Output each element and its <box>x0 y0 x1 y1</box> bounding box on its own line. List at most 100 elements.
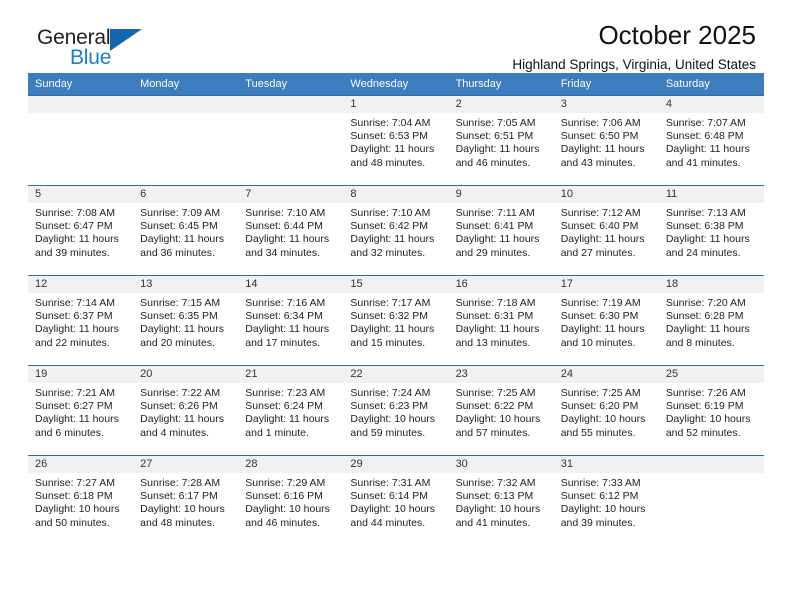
daylight-text-line2: and 48 minutes. <box>140 516 215 529</box>
calendar-day-cell[interactable]: 12 Sunrise: 7:14 AM Sunset: 6:37 PM Dayligh… <box>28 275 134 366</box>
calendar-day-cell[interactable]: 14 Sunrise: 7:16 AM Sunset: 6:34 PM Dayligh… <box>238 275 344 366</box>
sunrise-text: Sunrise: 7:07 AM <box>665 117 746 129</box>
daylight-text-line2: and 48 minutes. <box>350 156 426 169</box>
sunset-text: Sunset: 6:51 PM <box>455 130 534 143</box>
sunset-text: Sunset: 6:42 PM <box>350 220 429 233</box>
calendar-day-cell[interactable]: 7 Sunrise: 7:10 AM Sunset: 6:44 PM Daylight… <box>238 185 344 276</box>
sunset-text: Sunset: 6:45 PM <box>140 220 218 233</box>
calendar-day-cell[interactable]: 22 Sunrise: 7:24 AM Sunset: 6:23 PM Dayligh… <box>343 365 449 456</box>
calendar-day-cell[interactable]: 29 Sunrise: 7:31 AM Sunset: 6:14 PM Dayligh… <box>343 455 449 545</box>
calendar-week-row: 19 Sunrise: 7:21 AM Sunset: 6:27 PM Dayligh… <box>28 365 764 456</box>
day-number: 2 <box>448 96 554 113</box>
sunset-text: Sunset: 6:50 PM <box>560 130 639 143</box>
daylight-text-line2: and 46 minutes. <box>455 156 531 169</box>
daylight-text-line2: and 34 minutes. <box>245 246 320 259</box>
day-details: Sunrise: 7:16 AM Sunset: 6:34 PM Daylight:… <box>238 293 343 350</box>
calendar-day-cell[interactable]: 19 Sunrise: 7:21 AM Sunset: 6:27 PM Dayligh… <box>28 365 134 456</box>
calendar-day-cell[interactable]: 1 Sunrise: 7:04 AM Sunset: 6:53 PM Daylight… <box>343 95 449 186</box>
daylight-text-line2: and 46 minutes. <box>245 516 320 529</box>
daylight-text-line1: Daylight: 11 hours <box>35 323 119 336</box>
daylight-text-line2: and 36 minutes. <box>140 246 215 259</box>
sunrise-text: Sunrise: 7:20 AM <box>665 297 746 309</box>
daylight-text-line1: Daylight: 11 hours <box>140 413 224 426</box>
day-details: Sunrise: 7:33 AM Sunset: 6:12 PM Daylight:… <box>554 473 659 530</box>
daylight-text-line1: Daylight: 11 hours <box>35 233 119 246</box>
day-number: 1 <box>343 96 449 113</box>
sunrise-text: Sunrise: 7:10 AM <box>245 207 326 219</box>
day-number: 29 <box>343 456 449 473</box>
daylight-text-line2: and 4 minutes. <box>140 426 210 439</box>
day-number: 19 <box>28 366 134 383</box>
daylight-text-line2: and 27 minutes. <box>560 246 636 259</box>
weekday-header-friday: Friday <box>553 73 659 96</box>
sunrise-text: Sunrise: 7:27 AM <box>35 477 115 489</box>
calendar-day-cell[interactable]: 30 Sunrise: 7:32 AM Sunset: 6:13 PM Dayligh… <box>448 455 554 545</box>
day-number: 14 <box>238 276 344 293</box>
sunrise-text: Sunrise: 7:10 AM <box>350 207 431 219</box>
day-details: Sunrise: 7:24 AM Sunset: 6:23 PM Daylight:… <box>343 383 448 440</box>
sunset-text: Sunset: 6:35 PM <box>140 310 218 323</box>
calendar-day-cell[interactable]: 26 Sunrise: 7:27 AM Sunset: 6:18 PM Dayligh… <box>28 455 134 545</box>
daylight-text-line2: and 59 minutes. <box>350 426 426 439</box>
sunrise-text: Sunrise: 7:15 AM <box>140 297 221 309</box>
sunset-text: Sunset: 6:27 PM <box>35 400 113 413</box>
sunset-text: Sunset: 6:13 PM <box>455 490 534 503</box>
day-number: 13 <box>133 276 239 293</box>
calendar-day-cell[interactable]: 5 Sunrise: 7:08 AM Sunset: 6:47 PM Daylight… <box>28 185 134 276</box>
calendar-day-cell[interactable]: 11 Sunrise: 7:13 AM Sunset: 6:38 PM Dayligh… <box>658 185 764 276</box>
daylight-text-line1: Daylight: 10 hours <box>560 503 646 516</box>
calendar-day-cell[interactable]: 18 Sunrise: 7:20 AM Sunset: 6:28 PM Dayligh… <box>658 275 764 366</box>
calendar-day-cell[interactable]: 24 Sunrise: 7:25 AM Sunset: 6:20 PM Dayligh… <box>553 365 659 456</box>
day-number: 20 <box>133 366 239 383</box>
calendar-day-cell[interactable]: 17 Sunrise: 7:19 AM Sunset: 6:30 PM Dayligh… <box>553 275 659 366</box>
calendar-day-cell[interactable]: 10 Sunrise: 7:12 AM Sunset: 6:40 PM Dayligh… <box>553 185 659 276</box>
calendar-day-cell[interactable]: 3 Sunrise: 7:06 AM Sunset: 6:50 PM Daylight… <box>553 95 659 186</box>
calendar-day-cell[interactable]: 6 Sunrise: 7:09 AM Sunset: 6:45 PM Daylight… <box>133 185 239 276</box>
calendar-day-cell[interactable]: 27 Sunrise: 7:28 AM Sunset: 6:17 PM Dayligh… <box>133 455 239 545</box>
calendar-day-cell[interactable]: 9 Sunrise: 7:11 AM Sunset: 6:41 PM Daylight… <box>448 185 554 276</box>
calendar-day-cell[interactable]: 28 Sunrise: 7:29 AM Sunset: 6:16 PM Dayligh… <box>238 455 344 545</box>
daylight-text-line1: Daylight: 11 hours <box>350 323 435 336</box>
calendar-week-row: 26 Sunrise: 7:27 AM Sunset: 6:18 PM Dayligh… <box>28 455 764 545</box>
daylight-text-line2: and 22 minutes. <box>35 336 110 349</box>
day-number: 24 <box>553 366 659 383</box>
sunrise-text: Sunrise: 7:25 AM <box>455 387 536 399</box>
daylight-text-line2: and 39 minutes. <box>35 246 110 259</box>
sunrise-text: Sunrise: 7:22 AM <box>140 387 221 399</box>
calendar-day-cell[interactable]: 25 Sunrise: 7:26 AM Sunset: 6:19 PM Dayligh… <box>658 365 764 456</box>
daylight-text-line2: and 57 minutes. <box>455 426 531 439</box>
sunrise-text: Sunrise: 7:08 AM <box>35 207 115 219</box>
sunrise-text: Sunrise: 7:31 AM <box>350 477 431 489</box>
day-details: Sunrise: 7:10 AM Sunset: 6:44 PM Daylight:… <box>238 203 343 260</box>
calendar-day-cell[interactable]: 8 Sunrise: 7:10 AM Sunset: 6:42 PM Daylight… <box>343 185 449 276</box>
calendar-day-cell[interactable]: 20 Sunrise: 7:22 AM Sunset: 6:26 PM Dayligh… <box>133 365 239 456</box>
calendar-day-cell[interactable]: 16 Sunrise: 7:18 AM Sunset: 6:31 PM Dayligh… <box>448 275 554 366</box>
sunrise-text: Sunrise: 7:06 AM <box>560 117 641 129</box>
calendar-day-cell[interactable]: 13 Sunrise: 7:15 AM Sunset: 6:35 PM Dayligh… <box>133 275 239 366</box>
day-details: Sunrise: 7:09 AM Sunset: 6:45 PM Daylight:… <box>133 203 238 260</box>
day-number: 15 <box>343 276 449 293</box>
day-number: 23 <box>448 366 554 383</box>
sunrise-text: Sunrise: 7:17 AM <box>350 297 431 309</box>
calendar-day-cell[interactable]: 15 Sunrise: 7:17 AM Sunset: 6:32 PM Dayligh… <box>343 275 449 366</box>
sunset-text: Sunset: 6:40 PM <box>560 220 639 233</box>
day-number <box>238 96 344 113</box>
day-number: 7 <box>238 186 344 203</box>
sunrise-text: Sunrise: 7:16 AM <box>245 297 326 309</box>
weekday-header-monday: Monday <box>133 73 239 96</box>
day-details: Sunrise: 7:25 AM Sunset: 6:22 PM Daylight:… <box>449 383 554 440</box>
daylight-text-line1: Daylight: 11 hours <box>455 233 540 246</box>
sunset-text: Sunset: 6:26 PM <box>140 400 218 413</box>
sunrise-text: Sunrise: 7:28 AM <box>140 477 221 489</box>
day-number: 4 <box>658 96 764 113</box>
calendar-day-cell[interactable]: 23 Sunrise: 7:25 AM Sunset: 6:22 PM Dayligh… <box>448 365 554 456</box>
calendar-day-cell[interactable]: 4 Sunrise: 7:07 AM Sunset: 6:48 PM Daylight… <box>658 95 764 186</box>
brand-logo[interactable]: General Blue <box>37 26 157 74</box>
daylight-text-line1: Daylight: 11 hours <box>455 143 540 156</box>
calendar-day-cell[interactable]: 2 Sunrise: 7:05 AM Sunset: 6:51 PM Daylight… <box>448 95 554 186</box>
sunrise-text: Sunrise: 7:09 AM <box>140 207 221 219</box>
day-details: Sunrise: 7:32 AM Sunset: 6:13 PM Daylight:… <box>449 473 554 530</box>
day-details: Sunrise: 7:28 AM Sunset: 6:17 PM Daylight:… <box>133 473 238 530</box>
calendar-day-cell[interactable]: 31 Sunrise: 7:33 AM Sunset: 6:12 PM Dayligh… <box>553 455 659 545</box>
calendar-day-cell[interactable]: 21 Sunrise: 7:23 AM Sunset: 6:24 PM Dayligh… <box>238 365 344 456</box>
